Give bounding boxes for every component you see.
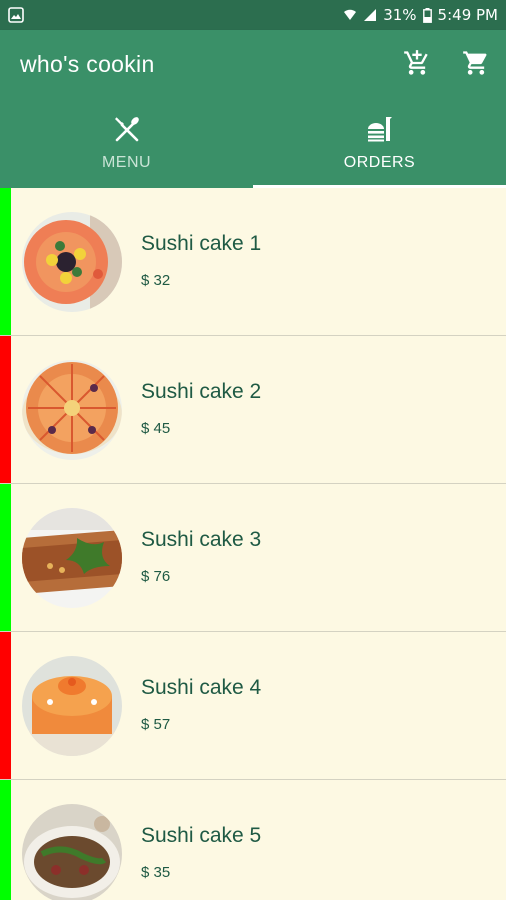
sushi-cake-image [22, 212, 122, 312]
sushi-cake-image [22, 804, 122, 900]
wifi-icon [343, 8, 357, 22]
tab-orders-label: ORDERS [343, 154, 416, 171]
order-status-indicator [0, 632, 11, 779]
order-price: $ 76 [141, 568, 171, 585]
sushi-cake-image [22, 508, 122, 608]
order-status-indicator [0, 780, 11, 900]
tab-menu-label: MENU [101, 154, 152, 171]
order-name: Sushi cake 1 [141, 232, 262, 255]
tab-orders[interactable]: ORDERS [253, 104, 506, 188]
signal-icon [363, 8, 377, 22]
tab-menu[interactable]: MENU [0, 104, 253, 188]
sushi-cake-image [22, 656, 122, 756]
status-bar: 31% 5:49 PM [0, 0, 506, 30]
order-item[interactable]: Sushi cake 3 $ 76 [0, 484, 506, 632]
gallery-notification-icon [8, 7, 24, 27]
order-status-indicator [0, 336, 11, 483]
food-tray-icon [365, 114, 395, 144]
order-name: Sushi cake 4 [141, 676, 262, 699]
order-item[interactable]: Sushi cake 2 $ 45 [0, 336, 506, 484]
order-name: Sushi cake 5 [141, 824, 262, 847]
tab-bar: MENU ORDERS [0, 104, 506, 188]
order-name: Sushi cake 2 [141, 380, 262, 403]
app-title: who's cookin [20, 51, 155, 77]
clock: 5:49 PM [437, 6, 498, 24]
sushi-cake-image [22, 360, 122, 460]
order-item[interactable]: Sushi cake 4 $ 57 [0, 632, 506, 780]
app-bar: who's cookin MENU ORDERS [0, 30, 506, 188]
add-shopping-cart-icon [403, 49, 431, 81]
battery-icon [422, 7, 432, 23]
order-status-indicator [0, 484, 11, 631]
battery-percent: 31% [383, 6, 417, 24]
order-status-indicator [0, 188, 11, 335]
add-to-cart-button[interactable] [400, 48, 434, 82]
fork-knife-icon [112, 114, 142, 144]
order-name: Sushi cake 3 [141, 528, 262, 551]
order-price: $ 57 [141, 716, 171, 733]
shopping-cart-button[interactable] [459, 48, 493, 82]
orders-list[interactable]: Sushi cake 1 $ 32 Sushi cake 2 $ 45 Sush… [0, 188, 506, 900]
order-price: $ 45 [141, 420, 171, 437]
order-item[interactable]: Sushi cake 1 $ 32 [0, 188, 506, 336]
order-item[interactable]: Sushi cake 5 $ 35 [0, 780, 506, 900]
order-price: $ 32 [141, 272, 171, 289]
shopping-cart-icon [462, 49, 490, 81]
order-price: $ 35 [141, 864, 171, 881]
